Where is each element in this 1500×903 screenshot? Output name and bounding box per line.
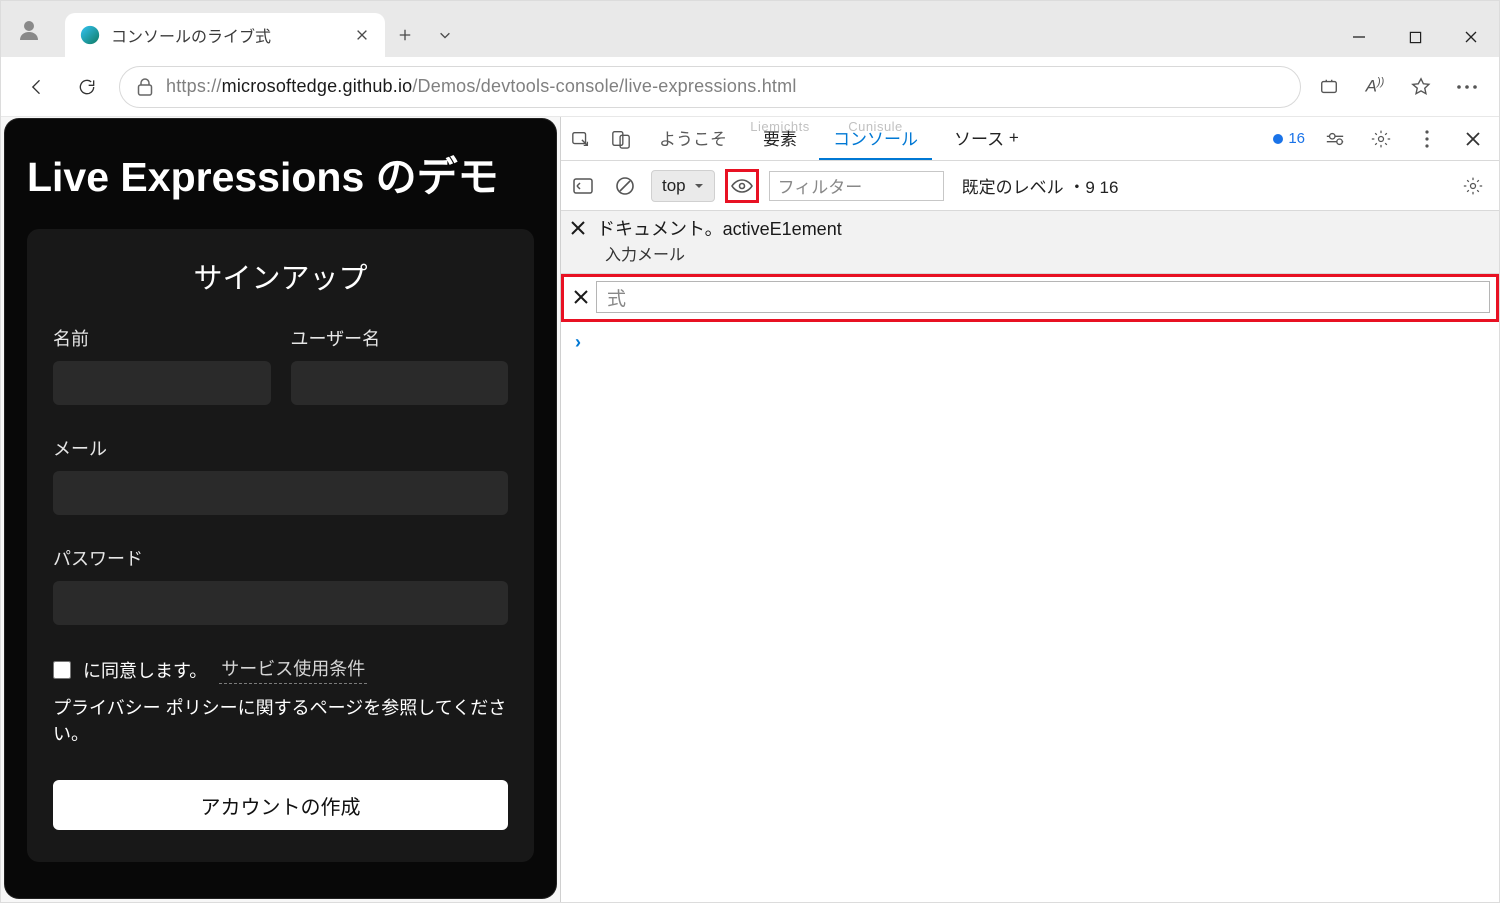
live-expression-code[interactable]: ドキュメント。activeE1ement bbox=[597, 215, 842, 241]
tab-elements[interactable]: Liemichts 要素 bbox=[749, 117, 811, 160]
settings-more-button[interactable] bbox=[1453, 73, 1481, 101]
email-input[interactable] bbox=[53, 471, 508, 515]
tab-console[interactable]: Cunisule コンソール bbox=[819, 117, 932, 160]
chevron-down-icon bbox=[694, 181, 704, 191]
console-filter-input[interactable]: フィルター bbox=[769, 171, 944, 201]
username-label: ユーザー名 bbox=[291, 325, 509, 351]
email-label: メール bbox=[53, 435, 508, 461]
context-selector[interactable]: top bbox=[651, 170, 715, 202]
terms-checkbox[interactable] bbox=[53, 661, 71, 679]
issue-dot-icon bbox=[1273, 134, 1283, 144]
titlebar: コンソールのライブ式 bbox=[1, 1, 1499, 57]
window-maximize-button[interactable] bbox=[1387, 17, 1443, 57]
read-aloud-button[interactable]: A)) bbox=[1361, 73, 1389, 101]
new-tab-button[interactable] bbox=[385, 13, 425, 57]
devtools-more-button[interactable] bbox=[1411, 123, 1443, 155]
clear-console-button[interactable] bbox=[609, 170, 641, 202]
page-heading: Live Expressions のデモ bbox=[27, 143, 534, 203]
log-level-selector[interactable]: 既定のレベル ・9 16 bbox=[962, 173, 1119, 198]
agree-text: に同意します。 bbox=[83, 657, 207, 683]
devtools-close-button[interactable] bbox=[1457, 123, 1489, 155]
tabs-overflow-button[interactable] bbox=[425, 13, 465, 57]
remove-live-expression-button[interactable] bbox=[569, 219, 587, 237]
eye-icon bbox=[730, 177, 754, 195]
address-bar: https://microsoftedge.github.io/Demos/de… bbox=[1, 57, 1499, 117]
user-icon bbox=[17, 18, 41, 42]
issues-badge[interactable]: 16 bbox=[1273, 130, 1305, 147]
profile-button[interactable] bbox=[1, 3, 57, 57]
console-prompt-icon: › bbox=[575, 332, 581, 352]
browser-tab[interactable]: コンソールのライブ式 bbox=[65, 13, 385, 57]
name-label: 名前 bbox=[53, 325, 271, 351]
password-input[interactable] bbox=[53, 581, 508, 625]
new-live-expression-row: 式 bbox=[561, 274, 1499, 322]
favorite-button[interactable] bbox=[1407, 73, 1435, 101]
tab-welcome[interactable]: ようこそ bbox=[645, 117, 741, 160]
window-minimize-button[interactable] bbox=[1331, 17, 1387, 57]
devtools-settings-button[interactable] bbox=[1365, 123, 1397, 155]
chevron-down-icon bbox=[438, 28, 452, 42]
username-input[interactable] bbox=[291, 361, 509, 405]
console-drawer-toggle[interactable] bbox=[567, 170, 599, 202]
url-display: https://microsoftedge.github.io/Demos/de… bbox=[166, 76, 797, 97]
live-expression-input[interactable]: 式 bbox=[596, 281, 1490, 313]
plus-icon bbox=[398, 28, 412, 42]
inspect-button[interactable] bbox=[565, 123, 597, 155]
console-settings-button[interactable] bbox=[1457, 170, 1489, 202]
console-body[interactable]: › bbox=[561, 322, 1499, 902]
back-button[interactable] bbox=[19, 69, 55, 105]
privacy-link[interactable]: プライバシー ポリシーに関するページを参照してください。 bbox=[53, 694, 508, 746]
live-expression-result: 入力メール bbox=[561, 241, 1499, 273]
window-close-button[interactable] bbox=[1443, 17, 1499, 57]
signup-card: サインアップ 名前 ユーザー名 メール bbox=[27, 229, 534, 862]
console-toolbar: top フィルター 既定のレベル ・9 16 bbox=[561, 161, 1499, 211]
omnibox[interactable]: https://microsoftedge.github.io/Demos/de… bbox=[119, 66, 1301, 108]
signup-title: サインアップ bbox=[53, 255, 508, 297]
refresh-button[interactable] bbox=[69, 69, 105, 105]
lock-icon bbox=[136, 77, 154, 97]
tos-link[interactable]: サービス使用条件 bbox=[219, 655, 367, 684]
tab-title: コンソールのライブ式 bbox=[111, 23, 345, 47]
edge-favicon-icon bbox=[79, 24, 101, 46]
page-viewport: Live Expressions のデモ サインアップ 名前 ユーザー名 bbox=[1, 117, 560, 902]
tab-sources[interactable]: ソース + bbox=[940, 117, 1033, 160]
create-live-expression-button[interactable] bbox=[725, 169, 759, 203]
devtools-panel: ようこそ Liemichts 要素 Cunisule コンソール ソース + 1… bbox=[560, 117, 1499, 902]
devtools-tabbar: ようこそ Liemichts 要素 Cunisule コンソール ソース + 1… bbox=[561, 117, 1499, 161]
password-label: パスワード bbox=[53, 545, 508, 571]
app-mode-button[interactable] bbox=[1315, 73, 1343, 101]
devtools-customize-button[interactable] bbox=[1319, 123, 1351, 155]
live-expression-row: ドキュメント。activeE1ement 入力メール bbox=[561, 211, 1499, 274]
create-account-button[interactable]: アカウントの作成 bbox=[53, 780, 508, 830]
name-input[interactable] bbox=[53, 361, 271, 405]
remove-new-live-expression-button[interactable] bbox=[572, 288, 590, 306]
device-toggle-button[interactable] bbox=[605, 123, 637, 155]
close-tab-icon[interactable] bbox=[355, 28, 369, 42]
